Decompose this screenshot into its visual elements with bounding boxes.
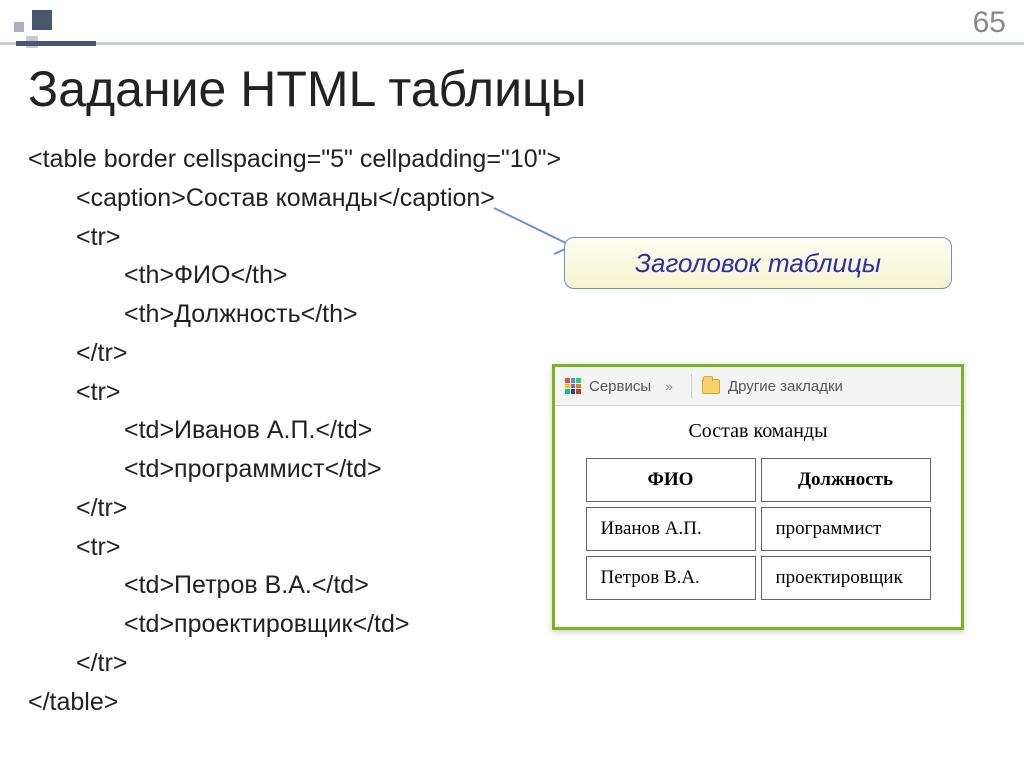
corner-decoration <box>14 10 74 60</box>
toolbar-services-label[interactable]: Сервисы <box>589 378 651 395</box>
browser-content: Состав команды ФИО Должность Иванов А.П.… <box>555 406 961 627</box>
table-cell: проектировщик <box>761 556 931 600</box>
code-line: <th>ФИО</th> <box>28 256 287 295</box>
code-line: </tr> <box>28 489 127 528</box>
result-table: ФИО Должность Иванов А.П. программист Пе… <box>581 453 936 605</box>
table-caption: Состав команды <box>573 420 943 443</box>
table-cell: Иванов А.П. <box>586 507 756 551</box>
browser-toolbar: Сервисы » Другие закладки <box>555 367 961 406</box>
chevron-right-icon[interactable]: » <box>665 378 673 394</box>
callout-label: Заголовок таблицы <box>564 237 952 289</box>
table-header-cell: Должность <box>761 458 931 502</box>
browser-preview: Сервисы » Другие закладки Состав команды… <box>552 364 964 630</box>
code-block: <table border cellspacing="5" cellpaddin… <box>28 140 561 721</box>
code-line: <td>программист</td> <box>28 450 382 489</box>
code-line: </tr> <box>28 644 127 683</box>
code-line: <td>проектировщик</td> <box>28 605 410 644</box>
code-line: <tr> <box>28 373 120 412</box>
apps-grid-icon[interactable] <box>565 378 581 394</box>
table-row: Иванов А.П. программист <box>586 507 931 551</box>
code-line: </tr> <box>28 334 127 373</box>
table-header-cell: ФИО <box>586 458 756 502</box>
code-line: </table> <box>28 683 561 722</box>
folder-icon[interactable] <box>702 379 720 394</box>
toolbar-separator <box>691 374 692 398</box>
table-cell: Петров В.А. <box>586 556 756 600</box>
table-header-row: ФИО Должность <box>586 458 931 502</box>
code-line: <tr> <box>28 528 120 567</box>
table-row: Петров В.А. проектировщик <box>586 556 931 600</box>
slide-title: Задание HTML таблицы <box>28 60 587 118</box>
toolbar-other-bookmarks[interactable]: Другие закладки <box>728 378 843 395</box>
code-line: <table border cellspacing="5" cellpaddin… <box>28 140 561 179</box>
code-line: <th>Должность</th> <box>28 295 358 334</box>
top-divider <box>0 42 1024 45</box>
page-number: 65 <box>973 6 1006 40</box>
code-line: <td>Иванов А.П.</td> <box>28 411 372 450</box>
code-line: <caption>Состав команды</caption> <box>28 179 495 218</box>
code-line: <tr> <box>28 218 120 257</box>
table-cell: программист <box>761 507 931 551</box>
code-line: <td>Петров В.А.</td> <box>28 566 369 605</box>
